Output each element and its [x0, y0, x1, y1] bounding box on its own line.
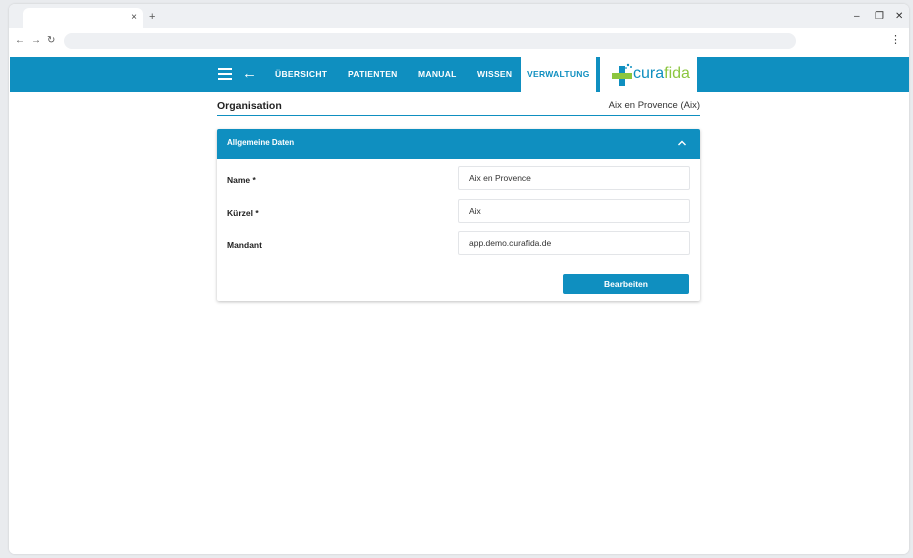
mandant-label: Mandant	[227, 240, 262, 250]
nav-wissen[interactable]: WISSEN	[477, 57, 512, 92]
back-arrow-icon[interactable]: ←	[242, 64, 257, 84]
logo-cross-icon	[612, 63, 632, 86]
name-field[interactable]: Aix en Provence	[458, 166, 690, 190]
nav-patienten[interactable]: PATIENTEN	[348, 57, 398, 92]
browser-tab[interactable]: ×	[23, 8, 143, 28]
browser-menu-icon[interactable]: ⋮	[890, 34, 901, 46]
close-window-icon[interactable]: ✕	[895, 12, 903, 22]
kuerzel-label: Kürzel *	[227, 208, 259, 218]
address-bar[interactable]	[64, 33, 796, 49]
browser-window: × + – ❐ ✕ ← → ↻ ⋮ ← ÜBERSICHT PATIENTEN …	[9, 4, 909, 554]
page-title: Organisation	[217, 100, 282, 112]
general-data-card: Allgemeine Daten Name * Aix en Provence …	[217, 129, 700, 301]
nav-uebersicht[interactable]: ÜBERSICHT	[275, 57, 327, 92]
forward-icon[interactable]: →	[31, 35, 41, 47]
card-title: Allgemeine Daten	[227, 138, 295, 147]
app-navbar: ← ÜBERSICHT PATIENTEN MANUAL WISSEN VERW…	[10, 57, 909, 92]
tab-strip: × + – ❐ ✕	[9, 4, 909, 28]
restore-icon[interactable]: ❐	[875, 12, 884, 22]
new-tab-icon[interactable]: +	[149, 11, 155, 23]
reload-icon[interactable]: ↻	[47, 35, 55, 47]
page-content: ← ÜBERSICHT PATIENTEN MANUAL WISSEN VERW…	[9, 54, 909, 554]
mandant-field[interactable]: app.demo.curafida.de	[458, 231, 690, 255]
chevron-up-icon[interactable]	[676, 137, 688, 149]
nav-verwaltung[interactable]: VERWALTUNG	[521, 57, 596, 92]
name-label: Name *	[227, 175, 256, 185]
tab-close-icon[interactable]: ×	[131, 11, 137, 25]
back-icon[interactable]: ←	[15, 35, 25, 47]
organisation-header: Organisation Aix en Provence (Aix)	[217, 99, 700, 116]
kuerzel-field[interactable]: Aix	[458, 199, 690, 223]
hamburger-menu-icon[interactable]	[218, 68, 232, 80]
browser-toolbar: ← → ↻ ⋮	[9, 28, 909, 54]
edit-button[interactable]: Bearbeiten	[563, 274, 689, 294]
card-header[interactable]: Allgemeine Daten	[217, 129, 700, 159]
logo-text: curafida	[633, 65, 690, 82]
minimize-icon[interactable]: –	[854, 12, 860, 22]
curafida-logo[interactable]: curafida	[600, 57, 697, 92]
organisation-name: Aix en Provence (Aix)	[608, 100, 700, 111]
nav-manual[interactable]: MANUAL	[418, 57, 457, 92]
